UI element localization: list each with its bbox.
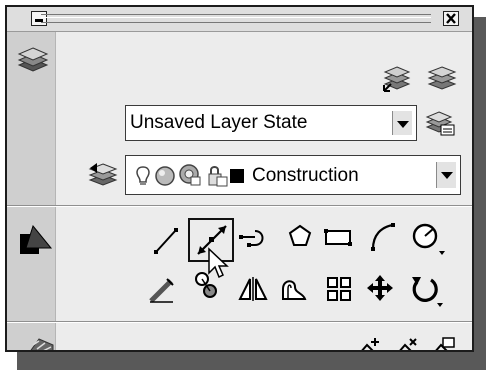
layer-lock-icon[interactable] bbox=[206, 165, 230, 192]
layer-state-dropdown[interactable]: Unsaved Layer State bbox=[125, 105, 417, 141]
layer-color-swatch bbox=[230, 169, 244, 183]
panel-sidebar bbox=[7, 32, 56, 350]
panel-titlebar[interactable] bbox=[7, 7, 472, 32]
layer-on-icon[interactable] bbox=[134, 165, 152, 192]
rectangle-icon[interactable] bbox=[323, 227, 353, 254]
section-divider bbox=[7, 205, 472, 207]
layers-icon[interactable] bbox=[17, 45, 49, 80]
mirror-icon[interactable] bbox=[237, 275, 269, 308]
close-icon[interactable] bbox=[443, 11, 459, 26]
polyline-icon[interactable] bbox=[239, 225, 271, 258]
layer-isolate-icon[interactable] bbox=[427, 63, 457, 98]
move-icon[interactable] bbox=[365, 273, 395, 308]
properties-tool-icon[interactable] bbox=[431, 337, 457, 350]
dashboard-panel: Unsaved Layer State Construction bbox=[5, 5, 474, 352]
layer-viewport-freeze-icon[interactable] bbox=[178, 163, 202, 192]
add-tool-icon[interactable] bbox=[357, 337, 383, 350]
remove-tool-icon[interactable] bbox=[395, 337, 421, 350]
layer-states-manager-icon[interactable] bbox=[425, 109, 457, 142]
layer-state-value: Unsaved Layer State bbox=[130, 112, 308, 133]
make-layer-current-icon[interactable] bbox=[382, 63, 412, 98]
layer-properties-icon[interactable] bbox=[87, 160, 119, 195]
rotate-icon[interactable] bbox=[409, 273, 445, 314]
array-icon[interactable] bbox=[325, 275, 353, 308]
circle-icon[interactable] bbox=[411, 221, 445, 262]
chevron-down-icon[interactable] bbox=[436, 162, 456, 188]
copy-icon[interactable] bbox=[192, 269, 222, 308]
drag-grip[interactable] bbox=[41, 14, 431, 23]
offset-icon[interactable] bbox=[279, 275, 309, 308]
hatch-icon[interactable] bbox=[25, 333, 57, 350]
draw-2d-icon[interactable] bbox=[17, 222, 55, 263]
layer-freeze-icon[interactable] bbox=[154, 165, 176, 192]
polygon-icon[interactable] bbox=[287, 223, 313, 254]
chevron-down-icon[interactable] bbox=[392, 111, 412, 135]
line-icon[interactable] bbox=[153, 225, 179, 260]
erase-icon[interactable] bbox=[147, 275, 177, 310]
section-divider bbox=[7, 321, 472, 323]
current-layer-dropdown[interactable]: Construction bbox=[125, 155, 461, 195]
current-layer-name: Construction bbox=[252, 165, 359, 186]
arc-icon[interactable] bbox=[369, 221, 397, 258]
